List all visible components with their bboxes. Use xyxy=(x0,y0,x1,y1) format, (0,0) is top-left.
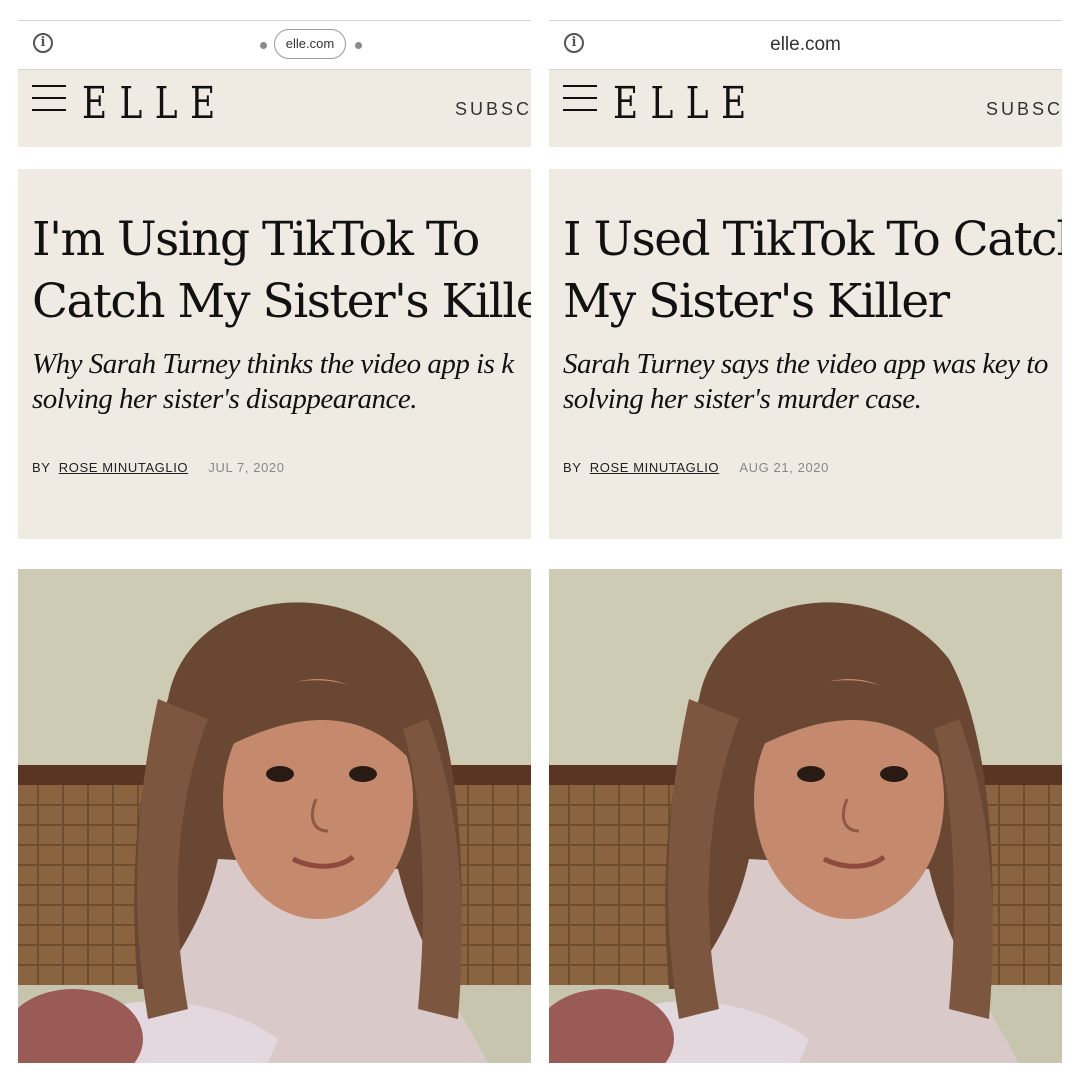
tab-dot-icon xyxy=(355,42,362,49)
article-dek: Sarah Turney says the video app was key … xyxy=(563,348,1048,415)
site-header: ELLE SUBSCR xyxy=(18,70,531,147)
publish-date: JUL 7, 2020 xyxy=(208,460,285,475)
divider xyxy=(549,147,1062,169)
site-header: ELLE SUBSCR xyxy=(549,70,1062,147)
elle-logo[interactable]: ELLE xyxy=(82,79,228,129)
byline-prefix: BY xyxy=(32,460,51,475)
article-header: I Used TikTok To Catch My Sister's Kille… xyxy=(549,169,1062,539)
elle-logo[interactable]: ELLE xyxy=(613,79,759,129)
url-text[interactable]: elle.com xyxy=(274,29,346,59)
tab-dot-icon xyxy=(260,42,267,49)
article-photo xyxy=(549,569,1062,1063)
hamburger-menu-icon[interactable] xyxy=(563,84,597,112)
divider xyxy=(18,147,531,169)
article-header: I'm Using TikTok To Catch My Sister's Ki… xyxy=(18,169,531,539)
article-dek: Why Sarah Turney thinks the video app is… xyxy=(32,348,514,415)
byline: BY ROSE MINUTAGLIO AUG 21, 2020 xyxy=(563,459,829,477)
browser-address-bar[interactable]: i elle.com xyxy=(549,20,1062,70)
info-icon[interactable]: i xyxy=(33,33,53,53)
publish-date: AUG 21, 2020 xyxy=(739,460,829,475)
subscribe-link[interactable]: SUBSCR xyxy=(986,98,1062,120)
article-photo xyxy=(18,569,531,1063)
subscribe-link[interactable]: SUBSCR xyxy=(455,98,531,120)
byline: BY ROSE MINUTAGLIO JUL 7, 2020 xyxy=(32,459,285,477)
author-link[interactable]: ROSE MINUTAGLIO xyxy=(59,460,188,475)
url-text[interactable]: elle.com xyxy=(549,21,1062,69)
article-headline: I Used TikTok To Catch My Sister's Kille… xyxy=(563,212,1062,329)
hamburger-menu-icon[interactable] xyxy=(32,84,66,112)
screenshot-right: i elle.com ELLE SUBSCR I Used TikTok To … xyxy=(549,20,1062,1063)
byline-prefix: BY xyxy=(563,460,582,475)
author-link[interactable]: ROSE MINUTAGLIO xyxy=(590,460,719,475)
screenshot-left: i elle.com ELLE SUBSCR I'm Using TikTok … xyxy=(18,20,531,1063)
article-headline: I'm Using TikTok To Catch My Sister's Ki… xyxy=(32,212,531,329)
browser-address-bar[interactable]: i elle.com xyxy=(18,20,531,70)
